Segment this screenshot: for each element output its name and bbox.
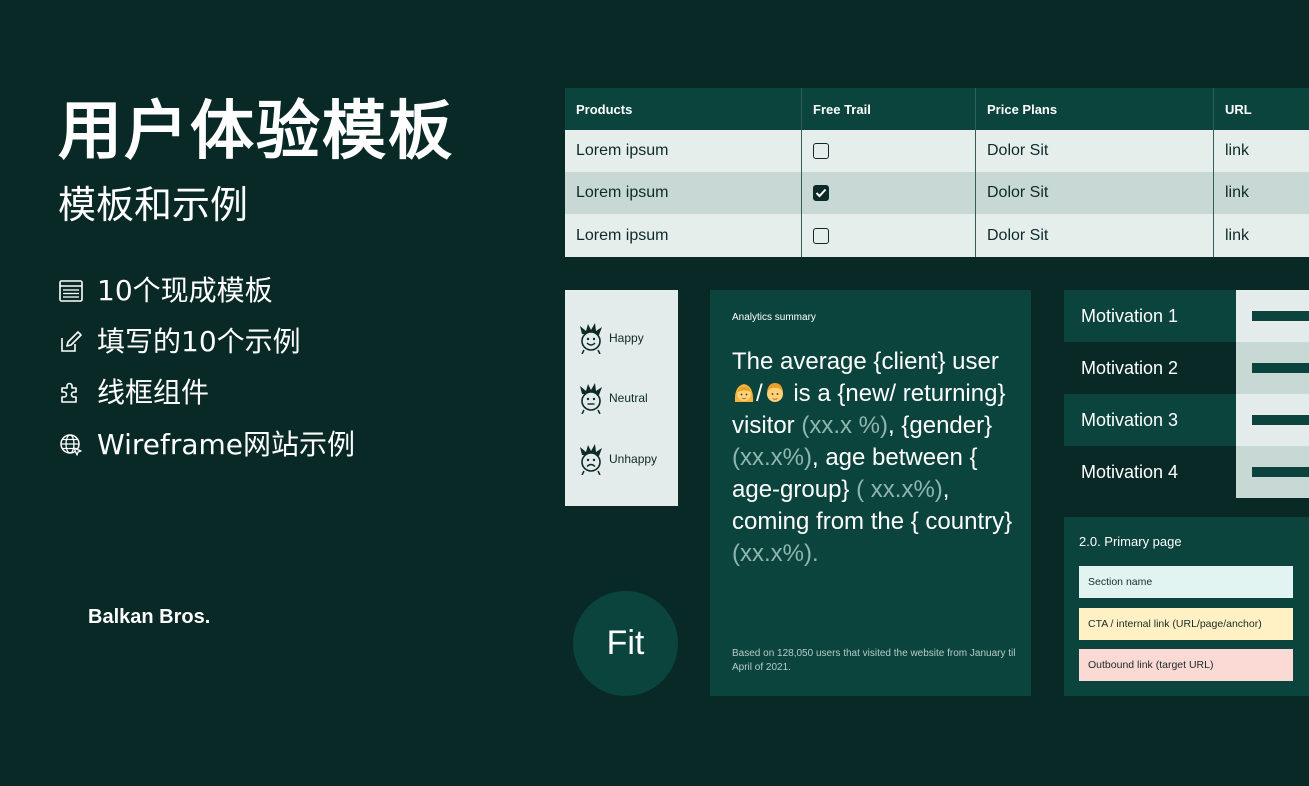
analytics-statement: The average {client} user / is a {new/ r… (732, 346, 1022, 570)
neutral-face-icon (580, 383, 602, 414)
motivation-bar (1252, 415, 1309, 425)
motivation-label: Motivation 2 (1064, 342, 1236, 394)
outbound-link-chip: Outbound link (target URL) (1079, 649, 1293, 681)
column-divider (801, 88, 802, 257)
column-header: Products (576, 101, 633, 117)
happy-face-icon (580, 323, 602, 354)
column-divider (975, 88, 976, 257)
page-title: 用户体验模板 (58, 95, 454, 169)
fit-badge: Fit (573, 591, 678, 696)
feature-item-wireframe-components: 线框组件 (58, 373, 209, 413)
free-trial-cell (802, 214, 976, 257)
unhappy-face-icon (580, 444, 602, 475)
mood-option-happy[interactable]: Happy (577, 322, 644, 354)
price-cell: Dolor Sit (987, 226, 1049, 244)
brand-logo: Balkan Bros. (88, 606, 211, 628)
analytics-footnote: Based on 128,050 users that visited the … (732, 648, 1016, 673)
primary-page-card: 2.0. Primary page Section name CTA / int… (1064, 517, 1309, 696)
feature-label: Wireframe网站示例 (97, 428, 356, 461)
statement-percentage: (xx.x%) (732, 540, 812, 567)
statement-percentage: (xx.x %) (801, 412, 889, 439)
analytics-summary-card: Analytics summary The average {client} u… (710, 290, 1031, 696)
motivation-row: Motivation 4 (1064, 446, 1309, 498)
page-subtitle: 模板和示例 (58, 183, 249, 227)
mood-label: Unhappy (609, 452, 658, 466)
motivation-bar-area (1236, 446, 1309, 498)
statement-text: The average {client} user (732, 348, 999, 375)
motivation-list: Motivation 1 Motivation 2 Motivation 3 M… (1064, 290, 1309, 498)
section-name-chip: Section name (1079, 566, 1293, 598)
motivation-label: Motivation 3 (1064, 394, 1236, 446)
table-row: Lorem ipsum Dolor Sit link (565, 214, 1309, 257)
motivation-bar (1252, 311, 1309, 321)
column-header: Price Plans (987, 101, 1058, 117)
motivation-row: Motivation 3 (1064, 394, 1309, 446)
statement-percentage: ( xx.x%) (856, 476, 943, 503)
feature-item-templates: 10个现成模板 (58, 271, 273, 311)
url-link[interactable]: link (1214, 172, 1309, 214)
globe-icon (58, 432, 84, 458)
puzzle-icon (58, 380, 84, 406)
url-link[interactable]: link (1214, 130, 1309, 172)
mood-label: Neutral (609, 391, 648, 405)
motivation-label: Motivation 4 (1064, 446, 1236, 498)
price-cell: Dolor Sit (987, 142, 1049, 159)
motivation-row: Motivation 1 (1064, 290, 1309, 342)
products-table: Products Free Trail Price Plans URL Lore… (565, 88, 1309, 257)
feature-label: 10个现成模板 (97, 274, 273, 307)
analytics-title: Analytics summary (732, 312, 816, 323)
feature-item-examples: 填写的10个示例 (58, 322, 301, 362)
male-user-icon (766, 383, 783, 402)
free-trial-checkbox[interactable] (813, 143, 829, 159)
statement-text: , {gender} (888, 412, 993, 439)
layout-icon (58, 278, 84, 304)
statement-text: . (812, 540, 819, 567)
column-header: URL (1225, 101, 1252, 117)
table-row: Lorem ipsum Dolor Sit link (565, 172, 1309, 214)
motivation-bar-area (1236, 342, 1309, 394)
product-cell: Lorem ipsum (576, 184, 669, 201)
free-trial-checkbox[interactable] (813, 185, 829, 201)
table-row: Lorem ipsum Dolor Sit link (565, 130, 1309, 172)
feature-label: 线框组件 (97, 376, 210, 409)
statement-percentage: (xx.x%) (732, 444, 812, 471)
column-header: Free Trail (813, 101, 871, 117)
female-user-icon (734, 384, 754, 402)
motivation-row: Motivation 2 (1064, 342, 1309, 394)
feature-label: 填写的10个示例 (97, 325, 301, 358)
motivation-bar (1252, 363, 1309, 373)
price-cell: Dolor Sit (987, 184, 1049, 201)
primary-page-title: 2.0. Primary page (1079, 534, 1182, 549)
free-trial-checkbox[interactable] (813, 227, 829, 244)
motivation-bar-area (1236, 290, 1309, 342)
statement-text: / (756, 380, 763, 407)
motivation-bar-area (1236, 394, 1309, 446)
product-cell: Lorem ipsum (576, 142, 669, 159)
mood-label: Happy (609, 331, 644, 345)
cta-internal-link-chip: CTA / internal link (URL/page/anchor) (1079, 608, 1293, 640)
feature-item-wireframe-sites: Wireframe网站示例 (58, 425, 355, 465)
column-divider (1213, 88, 1214, 257)
edit-icon (58, 329, 84, 355)
free-trial-cell (802, 172, 976, 214)
mood-option-unhappy[interactable]: Unhappy (577, 443, 657, 475)
mood-option-neutral[interactable]: Neutral (577, 382, 648, 414)
motivation-bar (1252, 467, 1309, 477)
product-cell: Lorem ipsum (576, 226, 669, 244)
mood-card: Happy Neutral Unhappy (565, 290, 678, 506)
motivation-label: Motivation 1 (1064, 290, 1236, 342)
url-link[interactable]: link (1214, 214, 1309, 257)
free-trial-cell (802, 130, 976, 172)
check-icon (815, 188, 827, 198)
table-header-row: Products Free Trail Price Plans URL (565, 88, 1309, 130)
